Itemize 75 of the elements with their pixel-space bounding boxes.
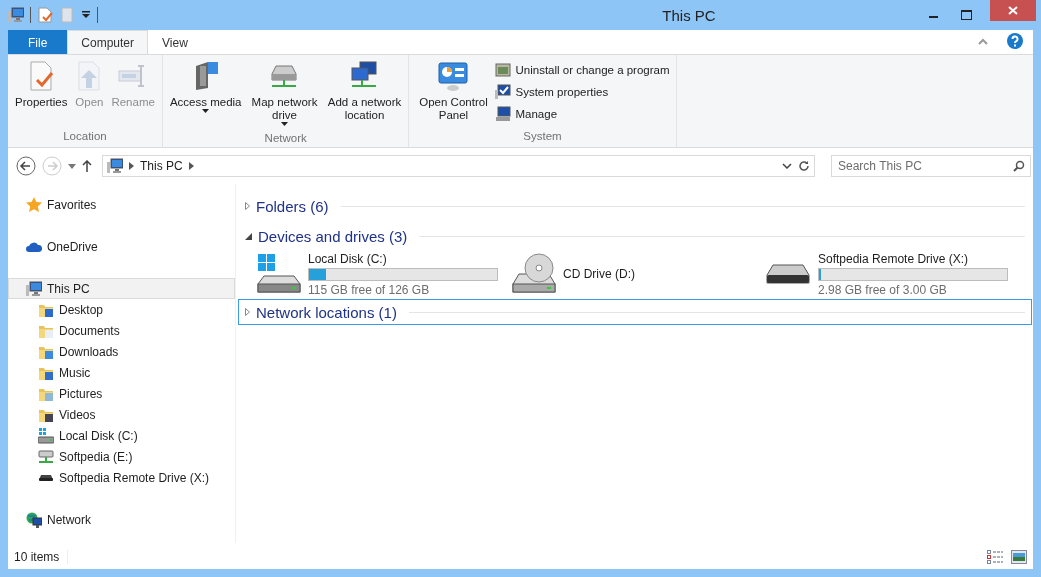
drive-icon <box>766 264 810 284</box>
window-title: This PC <box>661 6 717 24</box>
computer-icon <box>26 280 42 297</box>
network-icon <box>26 511 42 528</box>
computer-icon[interactable] <box>8 7 24 23</box>
ribbon-button[interactable]: Properties <box>12 58 71 130</box>
nav-item[interactable]: Favorites <box>8 194 235 215</box>
group-label: Network <box>263 132 308 146</box>
nav-item[interactable]: Desktop <box>8 299 235 320</box>
group-label: System <box>522 130 563 144</box>
programs-icon <box>495 62 512 78</box>
network-drive-icon <box>38 448 54 465</box>
ribbon-button[interactable]: Uninstall or change a program <box>493 60 672 80</box>
close-icon <box>1008 6 1018 15</box>
drive-name[interactable]: Local Disk (C:) <box>308 251 498 266</box>
nav-item[interactable]: OneDrive <box>8 236 235 257</box>
ribbon-button[interactable]: Open Control Panel <box>413 58 494 130</box>
manage-icon <box>495 106 512 122</box>
ribbon-tab[interactable]: View <box>148 30 202 54</box>
nav-item[interactable]: Documents <box>8 320 235 341</box>
collapse-icon[interactable] <box>978 37 988 45</box>
nav-item[interactable]: Downloads <box>8 341 235 362</box>
star-icon <box>26 196 42 213</box>
dropdown-icon[interactable] <box>782 163 792 169</box>
nav-item[interactable]: Videos <box>8 404 235 425</box>
drive-name[interactable]: CD Drive (D:) <box>563 267 635 281</box>
nav-item[interactable]: Pictures <box>8 383 235 404</box>
drive-icon <box>38 427 54 444</box>
properties-icon[interactable] <box>37 7 53 23</box>
chevron-icon[interactable] <box>129 162 134 170</box>
details-view-icon[interactable] <box>987 549 1003 564</box>
nav-item[interactable]: Softpedia (E:) <box>8 446 235 467</box>
drive-icon <box>38 473 54 482</box>
system-properties-icon <box>495 84 512 100</box>
nav-item[interactable]: Music <box>8 362 235 383</box>
refresh-icon[interactable] <box>798 160 810 172</box>
close-button[interactable] <box>990 0 1036 21</box>
up-arrow-icon[interactable] <box>82 160 92 172</box>
ribbon-button[interactable]: Manage <box>493 104 672 124</box>
section-title[interactable]: Folders (6) <box>256 197 329 215</box>
tiles-view-icon[interactable] <box>1011 549 1027 564</box>
control-panel-icon <box>437 60 470 92</box>
expanded-icon[interactable] <box>245 232 252 240</box>
section-header[interactable]: Folders (6) <box>238 191 1032 221</box>
address-bar[interactable]: This PC <box>102 155 815 177</box>
collapsed-icon[interactable] <box>245 202 250 210</box>
section-header[interactable]: Network locations (1) <box>238 299 1032 325</box>
section-title[interactable]: Devices and drives (3) <box>258 227 408 245</box>
computer-icon <box>107 158 123 174</box>
nav-item[interactable]: This PC <box>8 278 235 299</box>
nav-item[interactable]: Network <box>8 509 235 530</box>
dropdown-icon[interactable] <box>68 163 76 169</box>
dropdown-icon[interactable] <box>81 10 91 20</box>
help-icon[interactable] <box>1007 33 1023 49</box>
ribbon-button[interactable]: Add a network location <box>324 58 405 132</box>
file-tab[interactable]: File <box>8 30 68 54</box>
section-header[interactable]: Devices and drives (3) <box>238 221 1032 251</box>
nav-item[interactable]: Softpedia Remote Drive (X:) <box>8 467 235 488</box>
ribbon-tab[interactable]: Computer <box>67 30 149 54</box>
search-field[interactable]: Search This PC <box>831 155 1031 177</box>
item-count: 10 items <box>14 549 69 564</box>
drive-name[interactable]: Softpedia Remote Drive (X:) <box>818 251 1008 266</box>
free-space-text: 2.98 GB free of 3.00 GB <box>818 282 948 297</box>
ribbon-button[interactable]: System properties <box>493 82 672 102</box>
ribbon-button[interactable]: Map network drive <box>244 58 325 132</box>
collapsed-icon[interactable] <box>245 308 250 316</box>
chevron-icon[interactable] <box>188 162 194 170</box>
section-title[interactable]: Network locations (1) <box>256 303 397 321</box>
maximize-icon[interactable] <box>960 10 972 20</box>
ribbon-button[interactable]: Access media <box>166 58 245 132</box>
breadcrumb[interactable]: This PC <box>140 159 183 173</box>
nav-item[interactable]: Local Disk (C:) <box>8 425 235 446</box>
back-icon[interactable] <box>16 156 36 176</box>
free-space-text: 115 GB free of 126 GB <box>308 282 431 297</box>
group-label: Location <box>62 130 108 144</box>
